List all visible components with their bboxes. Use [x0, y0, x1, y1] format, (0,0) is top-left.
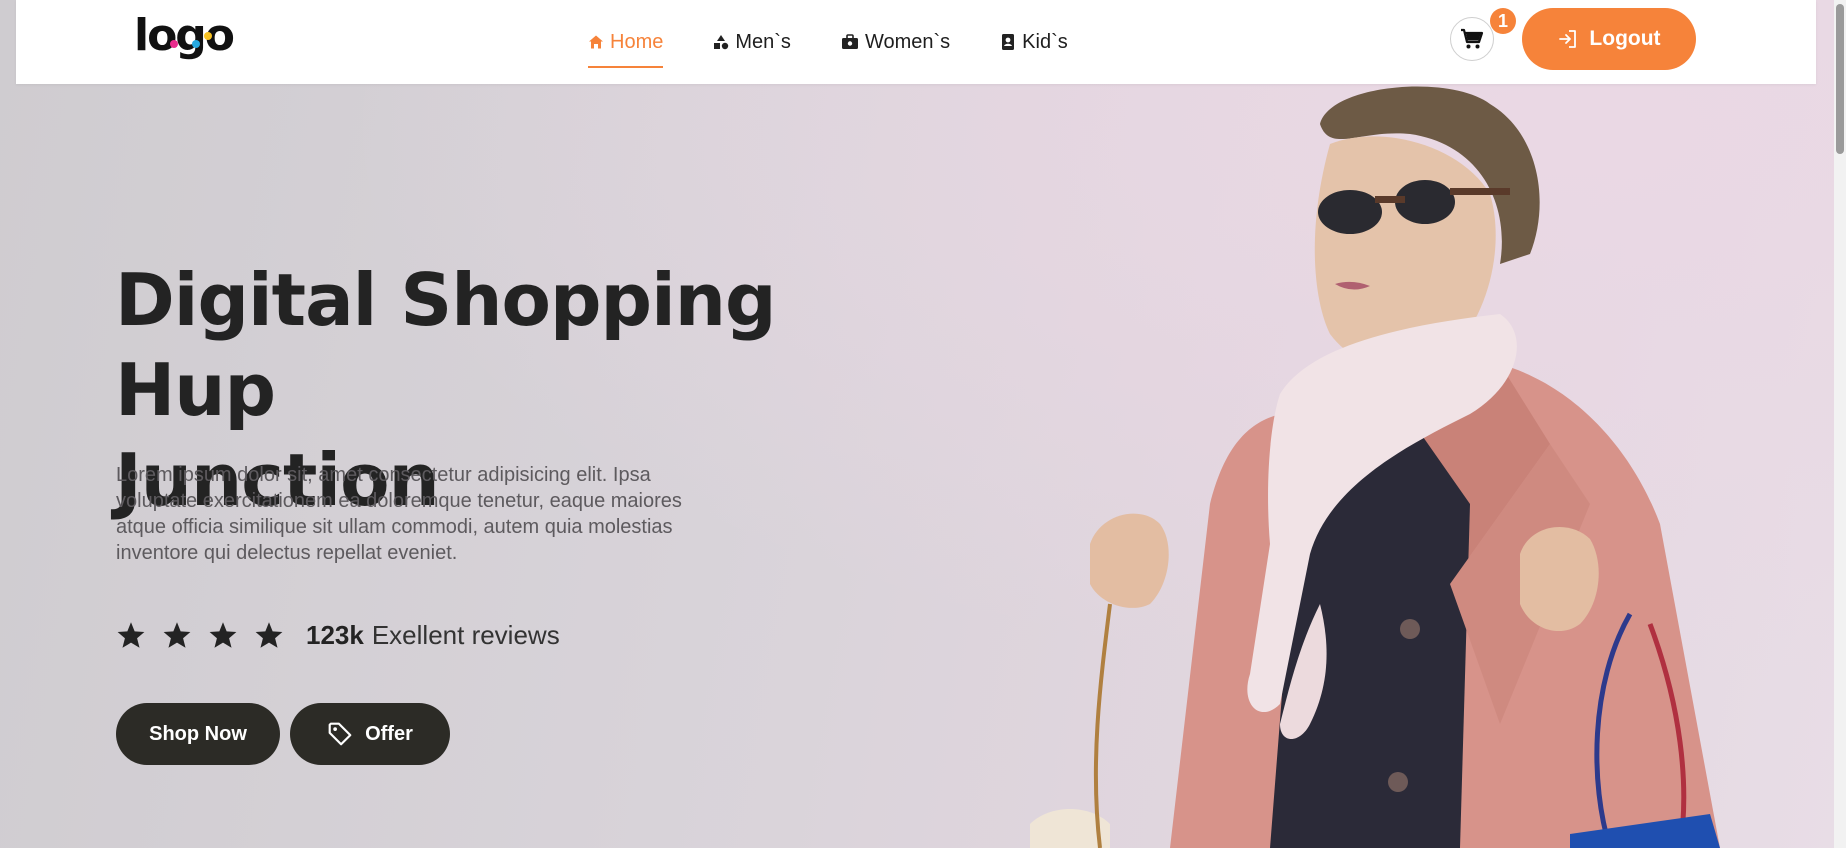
hero-title-line-1: Digital Shopping Hup [115, 258, 777, 432]
home-icon [589, 35, 603, 49]
nav-item-womens[interactable]: Women`s [841, 0, 950, 84]
star-icon [117, 622, 145, 648]
logo-dot-yellow [204, 32, 212, 40]
logo-dot-magenta [170, 40, 178, 48]
offer-label: Offer [365, 722, 413, 745]
cart-count-badge: 1 [1490, 8, 1516, 34]
logo-text: logo [134, 10, 235, 61]
nav-label-kids: Kid`s [1022, 30, 1068, 53]
nav-label-mens: Men`s [735, 30, 791, 53]
logout-button[interactable]: Logout [1522, 8, 1696, 70]
review-count: 123k [306, 619, 364, 650]
nav-item-mens[interactable]: Men`s [713, 0, 791, 84]
main-nav: Home Men`s Women`s Kid`s [588, 0, 1118, 84]
review-label: Exellent reviews [371, 619, 560, 650]
star-icon [209, 622, 237, 648]
tag-icon [328, 722, 352, 746]
page-scrollbar[interactable] [1834, 0, 1846, 848]
site-logo[interactable]: logo [134, 14, 235, 58]
hero-model-image [1030, 86, 1720, 848]
shop-now-label: Shop Now [149, 722, 247, 745]
cart-button[interactable] [1450, 17, 1494, 61]
rating-stars [116, 621, 284, 649]
nav-label-womens: Women`s [864, 30, 951, 53]
reviews-row: 123k Exellent reviews [116, 616, 560, 654]
shop-now-button[interactable]: Shop Now [116, 703, 280, 765]
logout-label: Logout [1589, 27, 1661, 50]
contact-card-icon [1002, 34, 1015, 50]
login-arrow-icon [1559, 30, 1577, 48]
hero-description: Lorem ipsum dolor sit, amet consectetur … [116, 464, 682, 564]
logo-dot-cyan [192, 40, 200, 48]
shapes-icon [714, 35, 729, 50]
briefcase-icon [841, 34, 858, 49]
offer-button[interactable]: Offer [290, 703, 450, 765]
nav-item-kids[interactable]: Kid`s [1000, 0, 1068, 84]
star-icon [163, 622, 191, 648]
top-navbar: logo Home Men`s Women`s Kid`s 1 Logout [16, 0, 1816, 84]
nav-label-home: Home [610, 30, 664, 53]
scrollbar-thumb[interactable] [1836, 4, 1844, 154]
cart-icon [1461, 28, 1484, 49]
star-icon [255, 622, 283, 648]
nav-item-home[interactable]: Home [588, 0, 664, 84]
